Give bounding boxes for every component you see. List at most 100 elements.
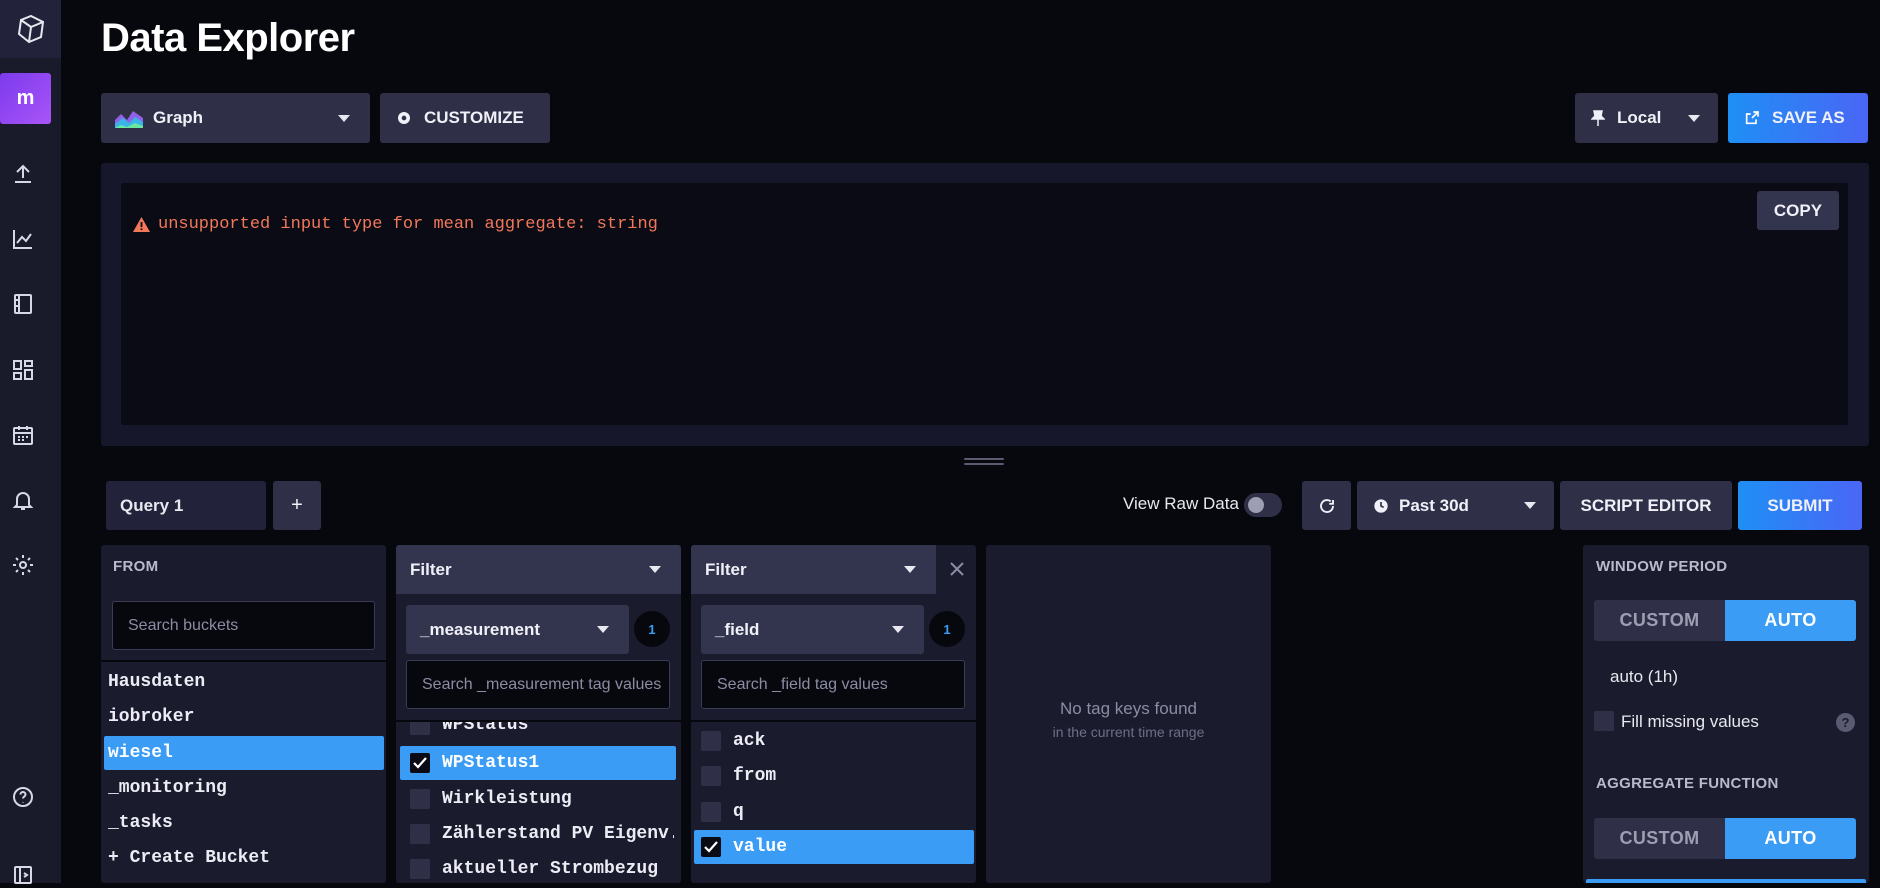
checkbox[interactable] bbox=[410, 789, 430, 809]
vis-type-label: Graph bbox=[153, 108, 204, 127]
close-icon[interactable] bbox=[946, 558, 968, 580]
list-item-selected[interactable]: WPStatus1 bbox=[400, 746, 676, 780]
bell-icon[interactable] bbox=[10, 487, 36, 513]
fill-missing-label: Fill missing values bbox=[1621, 712, 1759, 731]
upload-icon[interactable] bbox=[10, 161, 36, 187]
checkbox[interactable] bbox=[701, 766, 721, 786]
aggregate-custom-button[interactable]: CUSTOM bbox=[1594, 818, 1725, 859]
check-icon bbox=[413, 757, 427, 769]
graph-vis-icon bbox=[115, 111, 143, 128]
chevron-down-icon bbox=[338, 114, 350, 122]
tag-key-dropdown[interactable]: _field bbox=[701, 605, 924, 654]
tag-key-label: _field bbox=[715, 619, 760, 639]
resize-handle[interactable] bbox=[964, 458, 1004, 466]
filter-label: Filter bbox=[410, 559, 452, 579]
calendar-icon[interactable] bbox=[10, 422, 36, 448]
filter-label: Filter bbox=[705, 559, 747, 579]
checkbox[interactable] bbox=[410, 824, 430, 844]
add-query-button[interactable]: + bbox=[273, 481, 321, 530]
raw-data-label: View Raw Data bbox=[1123, 494, 1239, 513]
chevron-down-icon bbox=[892, 626, 904, 633]
chevron-down-icon bbox=[1524, 502, 1536, 509]
fill-missing-checkbox[interactable] bbox=[1594, 711, 1614, 731]
filter-function-dropdown[interactable]: Filter bbox=[691, 545, 936, 594]
checkbox-checked[interactable] bbox=[410, 753, 430, 773]
list-item[interactable]: Zählerstand PV Eigenv... bbox=[402, 817, 674, 851]
list-item[interactable]: from bbox=[697, 759, 969, 793]
influx-logo-icon[interactable] bbox=[0, 0, 61, 58]
empty-state-title: No tag keys found bbox=[1059, 699, 1198, 718]
copy-button[interactable]: COPY bbox=[1757, 191, 1839, 230]
checkbox[interactable] bbox=[701, 802, 721, 822]
aggregate-list-item-selected[interactable] bbox=[1586, 879, 1866, 883]
export-icon bbox=[1745, 111, 1759, 125]
submit-button[interactable]: SUBMIT bbox=[1738, 481, 1862, 530]
check-icon bbox=[704, 841, 718, 853]
list-item[interactable]: ack bbox=[697, 724, 969, 758]
time-range-label: Past 30d bbox=[1399, 495, 1469, 515]
divider bbox=[101, 660, 386, 662]
window-custom-button[interactable]: CUSTOM bbox=[1594, 600, 1725, 641]
timezone-dropdown[interactable]: Local bbox=[1575, 93, 1718, 143]
selected-count-badge: 1 bbox=[929, 611, 965, 647]
collapse-icon[interactable] bbox=[10, 862, 36, 888]
refresh-button[interactable] bbox=[1302, 481, 1351, 530]
time-range-dropdown[interactable]: Past 30d bbox=[1357, 481, 1554, 530]
window-period-value: auto (1h) bbox=[1610, 667, 1679, 686]
divider bbox=[691, 720, 976, 722]
bucket-item[interactable]: Hausdaten bbox=[104, 665, 384, 699]
chevron-down-icon bbox=[597, 626, 609, 633]
aggregate-auto-button[interactable]: AUTO bbox=[1725, 818, 1856, 859]
graph-icon[interactable] bbox=[10, 226, 36, 252]
list-item[interactable]: q bbox=[697, 795, 969, 829]
item-label: Wirkleistung bbox=[442, 789, 572, 809]
empty-state-subtitle: in the current time range bbox=[1052, 724, 1205, 740]
selected-count-badge: 1 bbox=[634, 611, 670, 647]
field-search-input[interactable]: Search _field tag values bbox=[701, 660, 965, 709]
raw-data-toggle[interactable] bbox=[1244, 493, 1282, 517]
list-item-selected[interactable]: value bbox=[694, 830, 974, 864]
checkbox[interactable] bbox=[410, 722, 430, 735]
chevron-down-icon bbox=[904, 566, 916, 573]
checkbox[interactable] bbox=[410, 859, 430, 879]
gear-icon[interactable] bbox=[10, 552, 36, 578]
create-bucket-link[interactable]: + Create Bucket bbox=[104, 841, 384, 875]
help-icon[interactable] bbox=[10, 784, 36, 810]
customize-label: CUSTOMIZE bbox=[424, 108, 524, 127]
list-item[interactable]: Wirkleistung bbox=[402, 782, 674, 816]
item-label: aktueller Strombezug bbox=[442, 859, 659, 879]
item-label: from bbox=[733, 766, 777, 786]
query-tab[interactable]: Query 1 bbox=[106, 481, 266, 530]
window-auto-button[interactable]: AUTO bbox=[1725, 600, 1856, 641]
help-icon[interactable]: ? bbox=[1836, 713, 1855, 732]
bucket-item[interactable]: _tasks bbox=[104, 806, 384, 840]
save-as-label: SAVE AS bbox=[1772, 108, 1845, 127]
sidebar: m bbox=[0, 0, 61, 884]
bucket-item[interactable]: _monitoring bbox=[104, 771, 384, 805]
item-label: WPStatus1 bbox=[442, 753, 540, 773]
customize-button[interactable]: CUSTOMIZE bbox=[380, 93, 550, 143]
gear-icon bbox=[398, 112, 410, 124]
bucket-search-input[interactable]: Search buckets bbox=[112, 601, 375, 650]
filter-function-dropdown[interactable]: Filter bbox=[396, 545, 681, 594]
chevron-down-icon bbox=[649, 566, 661, 573]
chevron-down-icon bbox=[1688, 114, 1700, 122]
list-item[interactable]: WPStatus bbox=[402, 722, 674, 742]
tag-key-dropdown[interactable]: _measurement bbox=[406, 605, 629, 654]
vis-type-dropdown[interactable]: Graph bbox=[101, 93, 370, 143]
checkbox-checked[interactable] bbox=[701, 837, 721, 857]
save-as-button[interactable]: SAVE AS bbox=[1728, 93, 1868, 143]
org-avatar[interactable]: m bbox=[0, 73, 51, 124]
measurement-search-input[interactable]: Search _measurement tag values bbox=[406, 660, 670, 709]
notebook-icon[interactable] bbox=[10, 291, 36, 317]
script-editor-button[interactable]: SCRIPT EDITOR bbox=[1560, 481, 1732, 530]
dashboard-icon[interactable] bbox=[10, 357, 36, 383]
timezone-label: Local bbox=[1617, 108, 1662, 127]
list-item[interactable]: aktueller Strombezug bbox=[402, 852, 674, 883]
from-label: FROM bbox=[113, 558, 159, 575]
refresh-icon bbox=[1319, 498, 1334, 513]
bucket-item-selected[interactable]: wiesel bbox=[104, 736, 384, 770]
bucket-item[interactable]: iobroker bbox=[104, 700, 384, 734]
item-label: ack bbox=[733, 731, 766, 751]
checkbox[interactable] bbox=[701, 731, 721, 751]
